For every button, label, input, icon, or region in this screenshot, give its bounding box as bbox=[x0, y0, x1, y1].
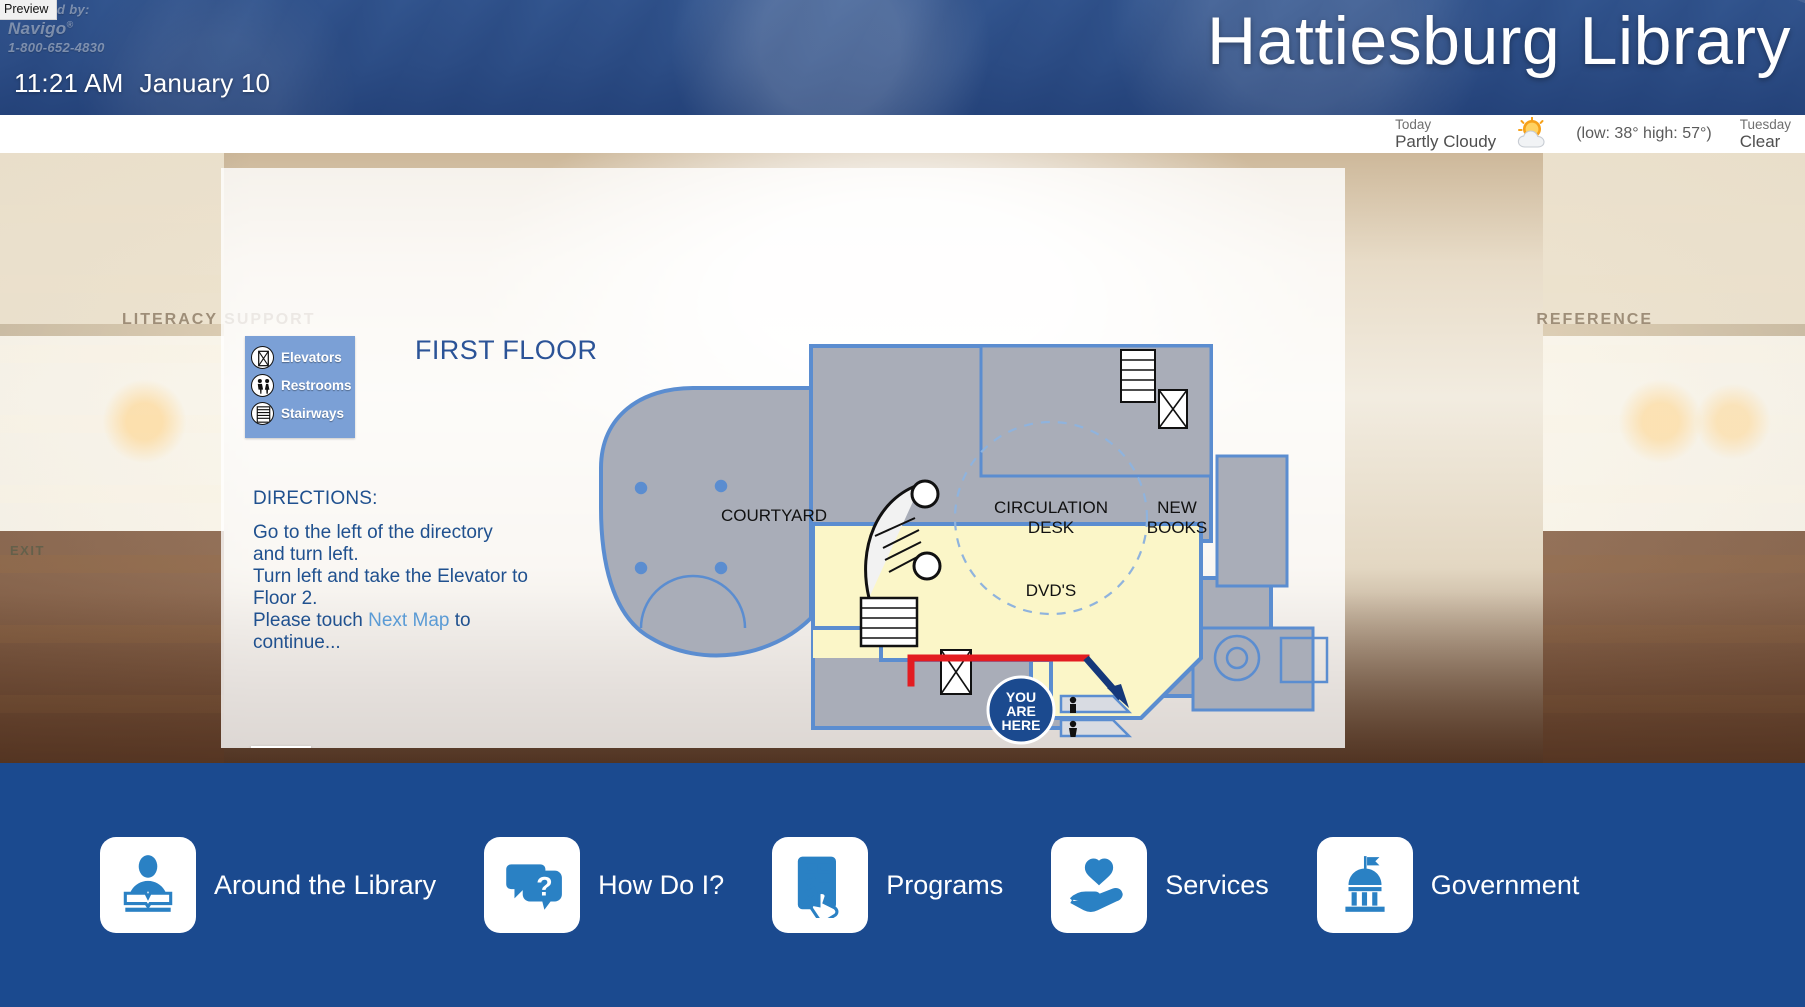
weather-today: Today Partly Cloudy (low: 38° high: 57°) bbox=[1381, 117, 1726, 151]
room-label-courtyard: COURTYARD bbox=[721, 506, 827, 525]
weather-strip: Today Partly Cloudy (low: 38° high: 57°)… bbox=[0, 115, 1805, 153]
kiosk-screen: provided by: Navigo® 1-800-652-4830 Prev… bbox=[0, 0, 1805, 1007]
directions-line-5: Please touch Next Map to bbox=[253, 610, 553, 632]
nav-tile-how-do-i[interactable]: ? bbox=[484, 837, 581, 933]
nav-tile-programs[interactable] bbox=[772, 837, 869, 933]
room-label-circulation: CIRCULATION bbox=[994, 498, 1108, 517]
weather-today-range: (low: 38° high: 57°) bbox=[1576, 124, 1712, 142]
nav-label-how-do-i: How Do I? bbox=[598, 869, 725, 900]
directions-line5-pre: Please touch bbox=[253, 610, 369, 632]
legend-label-stairways: Stairways bbox=[281, 406, 345, 421]
room-label-new: NEW bbox=[1157, 498, 1197, 517]
hand-heart-icon bbox=[1070, 858, 1123, 913]
weather-next-day: Tuesday Clear bbox=[1726, 117, 1805, 151]
restroom-marker-women bbox=[1059, 718, 1133, 738]
directions-line-4: Floor 2. bbox=[253, 588, 318, 610]
clock-date: January 10 bbox=[139, 68, 271, 98]
checklist-hand-icon bbox=[798, 856, 839, 918]
floor-map-panel: FIRST FLOOR Elevators Restrooms Stairway… bbox=[221, 168, 1345, 748]
weather-next-day-condition: Clear bbox=[1739, 132, 1781, 152]
elevator-icon bbox=[251, 346, 274, 369]
you-are-here-marker: YOU ARE HERE bbox=[986, 675, 1056, 745]
nav-label-around-the-library: Around the Library bbox=[214, 869, 437, 900]
preview-label: Preview bbox=[0, 0, 58, 21]
provided-by-phone: 1-800-652-4830 bbox=[8, 39, 105, 55]
clock: 11:21 AM January 10 bbox=[14, 68, 270, 99]
partly-cloudy-icon bbox=[1518, 116, 1545, 148]
svg-text:?: ? bbox=[536, 871, 552, 901]
header-bar: provided by: Navigo® 1-800-652-4830 Prev… bbox=[0, 0, 1805, 115]
directions-line5-post: to bbox=[449, 610, 471, 632]
person-reading-icon bbox=[123, 855, 173, 912]
stairway-top-icon bbox=[1120, 349, 1156, 403]
map-legend: Elevators Restrooms Stairways bbox=[245, 336, 355, 438]
photo-sign-reference: REFERENCE bbox=[1536, 311, 1653, 328]
legend-item-stairways: Stairways bbox=[251, 402, 347, 425]
nav-tile-around-the-library[interactable] bbox=[100, 837, 196, 933]
directions-heading: DIRECTIONS: bbox=[253, 488, 378, 509]
room-label-circulation-desk: DESK bbox=[1028, 518, 1075, 537]
clock-time: 11:21 AM bbox=[14, 68, 124, 98]
directions-body: Go to the left of the directory and turn… bbox=[253, 522, 553, 654]
nav-item-around-the-library[interactable]: Around the Library bbox=[100, 837, 436, 933]
nav-item-services[interactable]: Services bbox=[1051, 837, 1269, 933]
nav-item-programs[interactable]: Programs bbox=[772, 837, 1003, 933]
provided-by-brand: Navigo® bbox=[8, 19, 74, 39]
you-are-here-line3: HERE bbox=[1002, 717, 1041, 733]
nav-item-how-do-i[interactable]: ? How Do I? bbox=[484, 837, 724, 933]
directions-line-3: Turn left and take the Elevator to bbox=[253, 566, 528, 588]
directions-panel: DIRECTIONS: Go to the left of the direct… bbox=[253, 488, 553, 654]
legend-label-elevators: Elevators bbox=[281, 350, 342, 365]
nav-tile-services[interactable] bbox=[1051, 837, 1148, 933]
nav-item-government[interactable]: Government bbox=[1316, 837, 1580, 933]
nav-tile-government[interactable] bbox=[1316, 837, 1413, 933]
legend-label-restrooms: Restrooms bbox=[281, 378, 352, 393]
legend-item-restrooms: Restrooms bbox=[251, 374, 352, 397]
capitol-building-icon bbox=[1345, 856, 1385, 912]
bottom-navigation-bar: Around the Library ? How Do I? Programs … bbox=[0, 763, 1805, 1007]
nav-label-services: Services bbox=[1165, 869, 1269, 900]
home-button[interactable] bbox=[251, 746, 311, 748]
photo-sign-exit: EXIT bbox=[10, 543, 45, 558]
room-label-dvds: DVD'S bbox=[1026, 581, 1076, 600]
elevator-marker-top bbox=[1158, 389, 1188, 429]
restroom-icon bbox=[251, 374, 274, 397]
directions-line-1: Go to the left of the directory bbox=[253, 522, 493, 543]
legend-item-elevators: Elevators bbox=[251, 346, 347, 369]
weather-next-day-label: Tuesday bbox=[1739, 116, 1791, 132]
floor-title: FIRST FLOOR bbox=[415, 335, 598, 365]
room-label-books: BOOKS bbox=[1147, 518, 1207, 537]
page-title: Hattiesburg Library bbox=[1207, 3, 1791, 79]
floorplan-graphic[interactable]: YOU ARE HERE COURTYARD CIRCULATION DESK bbox=[581, 328, 1331, 748]
nav-label-government: Government bbox=[1430, 869, 1580, 900]
map-stage: LITERACY SUPPORT REFERENCE EXIT FIRST FL… bbox=[0, 153, 1805, 763]
weather-today-day: Today bbox=[1395, 116, 1432, 132]
next-map-inline-link[interactable]: Next Map bbox=[368, 610, 449, 631]
stairway-icon bbox=[251, 402, 274, 425]
directions-line-6: continue... bbox=[253, 632, 341, 654]
nav-label-programs: Programs bbox=[886, 869, 1004, 900]
directions-line-2: and turn left. bbox=[253, 544, 359, 566]
speech-bubble-question-icon: ? bbox=[506, 864, 563, 910]
weather-today-condition: Partly Cloudy bbox=[1395, 132, 1497, 152]
